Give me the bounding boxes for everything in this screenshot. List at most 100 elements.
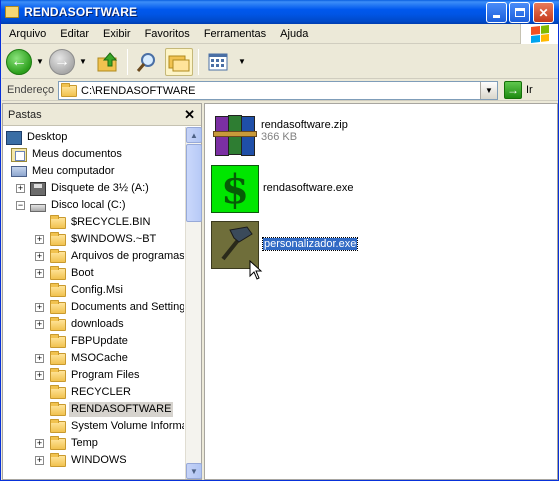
close-button[interactable]: ✕ (533, 2, 554, 23)
tree-item-label: Temp (71, 437, 98, 449)
minimize-icon (493, 15, 500, 18)
tree-item-meu-computador[interactable]: Meu computador (11, 163, 117, 180)
tree-item-label: System Volume Information (71, 420, 184, 432)
menu-exibir[interactable]: Exibir (96, 25, 138, 43)
tree-item-label: Arquivos de programas (71, 250, 184, 262)
expand-icon[interactable]: + (35, 320, 44, 329)
folder-icon (50, 368, 66, 382)
title-bar[interactable]: RENDASOFTWARE ✕ (1, 0, 559, 24)
folder-icon (50, 317, 66, 331)
file-item-zip[interactable]: rendasoftware.zip 366 KB (213, 112, 413, 158)
address-label: Endereço (7, 84, 55, 96)
tree-item-label: Documents and Settings (71, 301, 184, 313)
folders-pane: Pastas ✕ Desktop Meus documentos Meu com… (2, 103, 202, 480)
views-icon (208, 53, 228, 70)
folder-icon (50, 249, 66, 263)
folder-icon (5, 6, 19, 18)
back-button[interactable]: ← (6, 48, 32, 75)
up-folder-icon (97, 51, 118, 71)
expand-icon[interactable]: + (35, 371, 44, 380)
expand-icon[interactable]: + (16, 184, 25, 193)
search-icon (136, 52, 155, 72)
tree-item-label: $RECYCLE.BIN (71, 216, 151, 228)
tree-item-recycle-bin[interactable]: $RECYCLE.BIN (50, 214, 152, 231)
folders-pane-title: Pastas (8, 108, 42, 121)
folder-icon (50, 266, 66, 280)
expand-icon[interactable]: + (35, 235, 44, 244)
scrollbar-thumb[interactable] (186, 144, 202, 222)
expand-icon[interactable]: + (35, 456, 44, 465)
expand-icon[interactable]: + (35, 269, 44, 278)
menu-favoritos[interactable]: Favoritos (138, 25, 197, 43)
collapse-icon[interactable]: − (16, 201, 25, 210)
tree-item-arquivos-de-programas[interactable]: Arquivos de programas (50, 248, 184, 265)
menu-ferramentas[interactable]: Ferramentas (197, 25, 273, 43)
folders-pane-header: Pastas ✕ (3, 104, 201, 126)
views-button[interactable] (204, 48, 232, 76)
file-item-personalizador[interactable]: personalizador.exe (211, 221, 411, 271)
window-title: RENDASOFTWARE (24, 5, 138, 19)
tree-item-boot[interactable]: Boot (50, 265, 96, 282)
menu-editar[interactable]: Editar (53, 25, 96, 43)
folder-tree-scrollbar[interactable]: ▲ ▼ (185, 127, 202, 479)
tree-item-rendasoftware[interactable]: RENDASOFTWARE (50, 401, 174, 418)
tree-item-recycler[interactable]: RECYCLER (50, 384, 133, 401)
computer-icon (11, 166, 27, 177)
tree-item-documents-and-settings[interactable]: Documents and Settings (50, 299, 184, 316)
scroll-up-icon[interactable]: ▲ (186, 127, 202, 143)
maximize-button[interactable] (509, 2, 530, 23)
forward-dropdown-icon[interactable]: ▼ (78, 57, 88, 66)
forward-button[interactable]: → (49, 48, 75, 75)
tree-item-windows-bt[interactable]: $WINDOWS.~BT (50, 231, 158, 248)
mouse-cursor-icon (249, 260, 263, 280)
folder-icon (50, 419, 66, 433)
go-button[interactable]: → Ir (504, 81, 533, 99)
tree-item-label: Program Files (71, 369, 140, 381)
folders-pane-close-icon[interactable]: ✕ (184, 107, 195, 123)
expand-icon[interactable]: + (35, 303, 44, 312)
file-size: 366 KB (261, 131, 298, 143)
folder-icon (50, 232, 66, 246)
tree-item-config-msi[interactable]: Config.Msi (50, 282, 125, 299)
folder-icon (50, 385, 66, 399)
back-dropdown-icon[interactable]: ▼ (35, 57, 45, 66)
address-input[interactable]: C:\RENDASOFTWARE ▼ (58, 81, 498, 100)
up-folder-button[interactable] (94, 48, 122, 76)
tree-item-windows[interactable]: WINDOWS (50, 452, 129, 469)
tree-item-downloads[interactable]: downloads (50, 316, 126, 333)
tree-item-desktop[interactable]: Desktop (6, 129, 69, 146)
tree-item-label: Disquete de 3½ (A:) (51, 182, 149, 194)
expand-icon[interactable]: + (35, 354, 44, 363)
folder-icon (61, 83, 77, 97)
tree-item-msocache[interactable]: MSOCache (50, 350, 130, 367)
tree-item-fbpupdate[interactable]: FBPUpdate (50, 333, 130, 350)
maximize-icon (514, 8, 525, 17)
tree-item-disquete[interactable]: Disquete de 3½ (A:) (30, 180, 151, 197)
tree-item-label: downloads (71, 318, 124, 330)
file-name: rendasoftware.exe (263, 182, 354, 194)
tree-item-label: Meu computador (32, 165, 115, 177)
tree-item-meus-documentos[interactable]: Meus documentos (11, 146, 124, 163)
tree-item-system-volume-information[interactable]: System Volume Information (50, 418, 184, 435)
views-dropdown-icon[interactable]: ▼ (237, 57, 247, 66)
address-bar: Endereço C:\RENDASOFTWARE ▼ → Ir (2, 80, 558, 101)
toolbar-separator (127, 48, 128, 75)
file-item-exe[interactable]: $ rendasoftware.exe (211, 165, 411, 215)
expand-icon[interactable]: + (35, 252, 44, 261)
tree-item-program-files[interactable]: Program Files (50, 367, 141, 384)
search-button[interactable] (133, 48, 161, 76)
folder-icon (50, 300, 66, 314)
minimize-button[interactable] (486, 2, 507, 23)
menu-arquivo[interactable]: Arquivo (2, 25, 53, 43)
tree-item-label: WINDOWS (71, 454, 127, 466)
menu-ajuda[interactable]: Ajuda (273, 25, 315, 43)
menu-bar: Arquivo Editar Exibir Favoritos Ferramen… (2, 24, 558, 44)
folders-button[interactable] (165, 47, 193, 76)
scroll-down-icon[interactable]: ▼ (186, 463, 202, 479)
back-arrow-icon: ← (11, 52, 27, 70)
expand-icon[interactable]: + (35, 439, 44, 448)
address-dropdown-icon[interactable]: ▼ (480, 82, 497, 99)
tree-item-temp[interactable]: Temp (50, 435, 100, 452)
dollar-icon: $ (211, 165, 259, 213)
tree-item-disco-local[interactable]: Disco local (C:) (30, 197, 128, 214)
